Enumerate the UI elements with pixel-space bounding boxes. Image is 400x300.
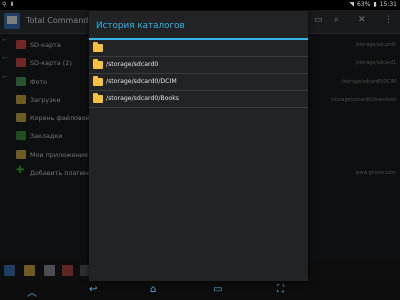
back-icon[interactable]: ↩ — [89, 284, 97, 295]
download-icon: ⬇ — [9, 1, 15, 8]
folder-icon — [93, 76, 103, 86]
folder-icon — [93, 93, 103, 103]
usb-icon: ⚲ — [2, 1, 7, 8]
wifi-icon: ◥ — [349, 1, 355, 8]
folder-icon — [93, 59, 103, 69]
recents-icon[interactable]: ▭ — [213, 284, 222, 295]
battery-percent: 63% — [357, 1, 371, 8]
directory-history-dialog: История каталогов /storage/sdcard0 /stor… — [89, 11, 308, 281]
history-list: /storage/sdcard0 /storage/sdcard0/DCIM /… — [89, 40, 308, 108]
home-icon[interactable]: ⌂ — [150, 284, 156, 295]
navigation-bar: ︿ ↩ ⌂ ▭ ⛶ — [0, 280, 400, 300]
status-bar: ⚲ ⬇ ◥ 63% ▮ 15:31 — [0, 0, 400, 10]
clock: 15:31 — [379, 1, 397, 8]
history-item[interactable]: /storage/sdcard0/DCIM — [89, 74, 308, 91]
screenshot-icon[interactable]: ⛶ — [277, 284, 284, 295]
keyboard-hide-icon[interactable]: ︿ — [27, 284, 37, 299]
battery-icon: ▮ — [373, 1, 377, 8]
folder-icon — [93, 42, 103, 52]
history-item[interactable] — [89, 40, 308, 57]
dialog-title: История каталогов — [96, 21, 185, 31]
history-item[interactable]: /storage/sdcard0 — [89, 57, 308, 74]
history-item[interactable]: /storage/sdcard0/Books — [89, 91, 308, 108]
